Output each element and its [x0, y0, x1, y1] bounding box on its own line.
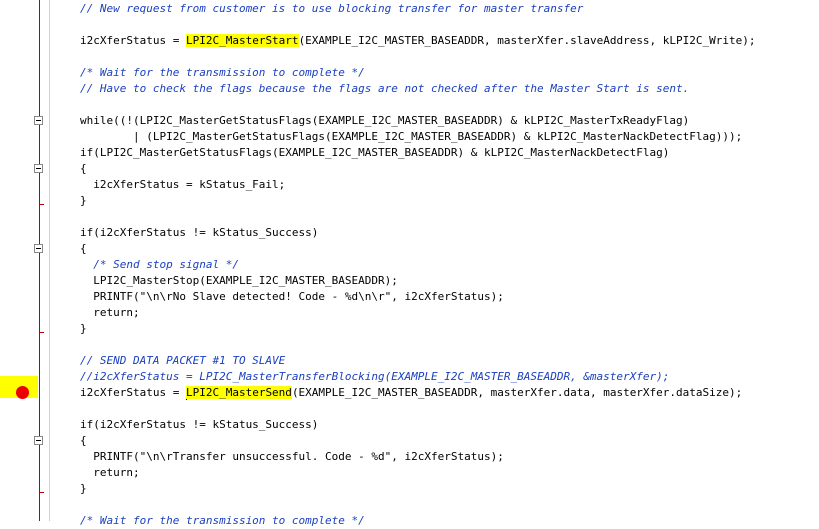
code-token: i2cXferStatus =: [80, 34, 186, 47]
breakpoint-icon[interactable]: [16, 386, 29, 399]
code-comment: /* Send stop signal */: [93, 258, 239, 271]
code-token: }: [80, 194, 87, 207]
code-token: i2cXferStatus =: [80, 386, 186, 399]
code-token: {: [80, 434, 87, 447]
code-token: if(i2cXferStatus != kStatus_Success): [80, 418, 319, 431]
code-line[interactable]: /* Wait for the transmission to complete…: [80, 65, 365, 81]
fold-collapse-icon[interactable]: [34, 116, 43, 125]
code-token: }: [80, 482, 87, 495]
code-line[interactable]: | (LPI2C_MasterGetStatusFlags(EXAMPLE_I2…: [80, 129, 742, 145]
code-line[interactable]: if(i2cXferStatus != kStatus_Success): [80, 225, 318, 241]
code-token: | (LPI2C_MasterGetStatusFlags(EXAMPLE_I2…: [80, 130, 743, 143]
code-line[interactable]: }: [80, 193, 87, 209]
code-comment: //i2cXferStatus = LPI2C_MasterTransferBl…: [80, 370, 670, 383]
code-token: if(LPI2C_MasterGetStatusFlags(EXAMPLE_I2…: [80, 146, 670, 159]
fold-collapse-icon[interactable]: [34, 164, 43, 173]
code-comment: // Have to check the flags because the f…: [80, 82, 690, 95]
fold-end-marker: [39, 332, 44, 333]
code-line[interactable]: }: [80, 481, 87, 497]
code-line[interactable]: i2cXferStatus = kStatus_Fail;: [80, 177, 285, 193]
code-line[interactable]: /* Wait for the transmission to complete…: [80, 513, 365, 529]
code-line[interactable]: PRINTF("\n\rNo Slave detected! Code - %d…: [80, 289, 504, 305]
code-line[interactable]: {: [80, 433, 87, 449]
code-comment: /* Wait for the transmission to complete…: [80, 66, 365, 79]
code-token: return;: [80, 466, 140, 479]
code-token: (EXAMPLE_I2C_MASTER_BASEADDR, masterXfer…: [298, 34, 756, 47]
code-line[interactable]: if(LPI2C_MasterGetStatusFlags(EXAMPLE_I2…: [80, 145, 669, 161]
code-line[interactable]: {: [80, 161, 87, 177]
code-line[interactable]: return;: [80, 305, 140, 321]
editor-gutter[interactable]: [0, 0, 50, 521]
code-token: (EXAMPLE_I2C_MASTER_BASEADDR, masterXfer…: [291, 386, 743, 399]
code-line[interactable]: }: [80, 321, 87, 337]
fold-collapse-icon[interactable]: [34, 244, 43, 253]
fold-end-marker: [39, 492, 44, 493]
code-line[interactable]: PRINTF("\n\rTransfer unsuccessful. Code …: [80, 449, 504, 465]
code-line[interactable]: i2cXferStatus = LPI2C_MasterSend(EXAMPLE…: [80, 385, 742, 401]
code-token: return;: [80, 306, 140, 319]
code-editor[interactable]: // New request from customer is to use b…: [80, 0, 819, 527]
code-token: {: [80, 242, 87, 255]
code-token: LPI2C_MasterStop(EXAMPLE_I2C_MASTER_BASE…: [80, 274, 398, 287]
code-token: {: [80, 162, 87, 175]
code-line[interactable]: // Have to check the flags because the f…: [80, 81, 689, 97]
code-token: PRINTF("\n\rNo Slave detected! Code - %d…: [80, 290, 504, 303]
code-line[interactable]: while((!(LPI2C_MasterGetStatusFlags(EXAM…: [80, 113, 689, 129]
code-token: i2cXferStatus = kStatus_Fail;: [80, 178, 286, 191]
code-token: if(i2cXferStatus != kStatus_Success): [80, 226, 319, 239]
fold-collapse-icon[interactable]: [34, 436, 43, 445]
code-line[interactable]: LPI2C_MasterStop(EXAMPLE_I2C_MASTER_BASE…: [80, 273, 398, 289]
code-line[interactable]: // New request from customer is to use b…: [80, 1, 583, 17]
code-line[interactable]: /* Send stop signal */: [80, 257, 239, 273]
gutter-divider: [49, 0, 50, 521]
fold-end-marker: [39, 204, 44, 205]
code-line[interactable]: {: [80, 241, 87, 257]
code-comment: // SEND DATA PACKET #1 TO SLAVE: [80, 354, 286, 367]
code-line[interactable]: return;: [80, 465, 140, 481]
code-token: }: [80, 322, 87, 335]
code-line[interactable]: if(i2cXferStatus != kStatus_Success): [80, 417, 318, 433]
highlighted-identifier: LPI2C_MasterStart: [185, 34, 299, 47]
code-line[interactable]: // SEND DATA PACKET #1 TO SLAVE: [80, 353, 285, 369]
code-line[interactable]: i2cXferStatus = LPI2C_MasterStart(EXAMPL…: [80, 33, 756, 49]
code-comment: // New request from customer is to use b…: [80, 2, 584, 15]
highlighted-identifier: LPI2C_MasterSend: [185, 386, 292, 399]
code-token: while((!(LPI2C_MasterGetStatusFlags(EXAM…: [80, 114, 690, 127]
code-line[interactable]: //i2cXferStatus = LPI2C_MasterTransferBl…: [80, 369, 669, 385]
code-token: PRINTF("\n\rTransfer unsuccessful. Code …: [80, 450, 504, 463]
